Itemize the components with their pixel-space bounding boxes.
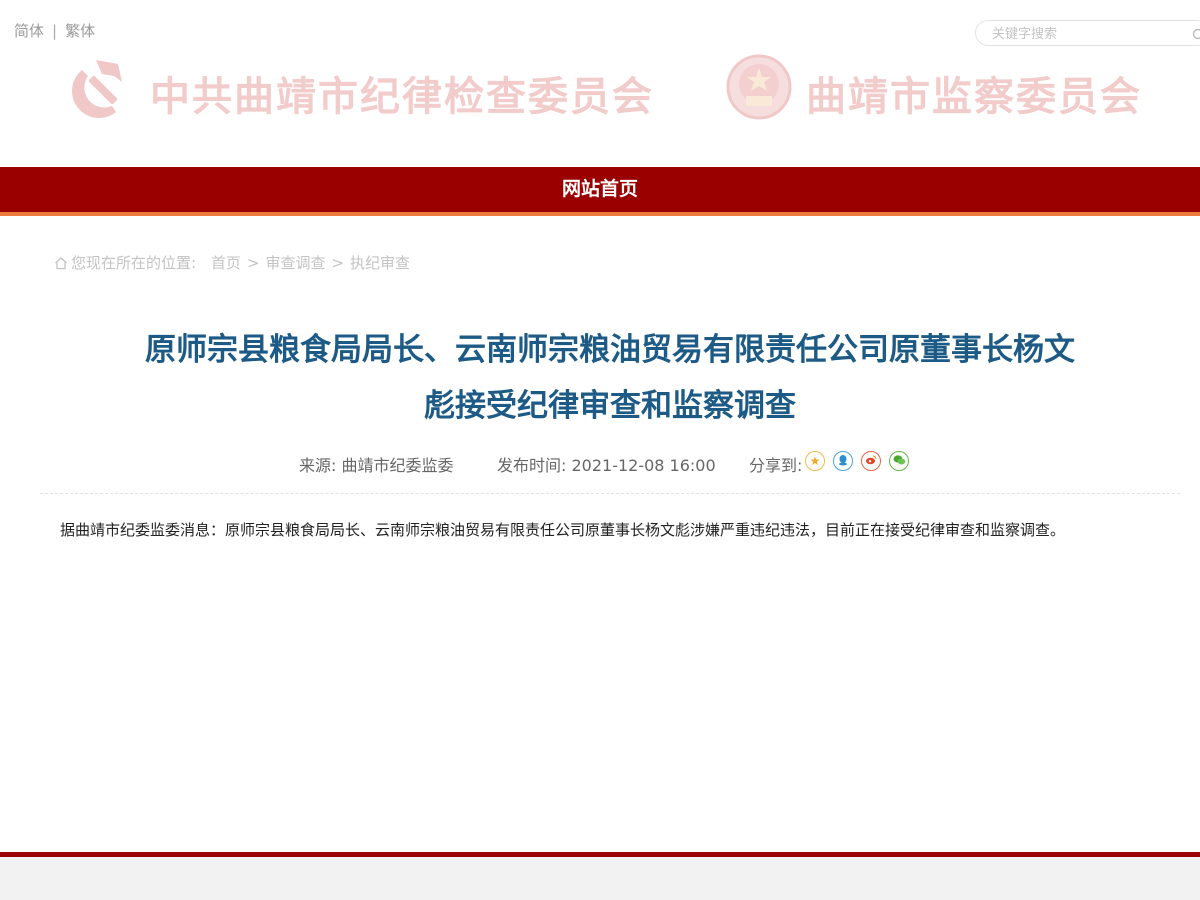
breadcrumb-home[interactable]: 首页 — [211, 254, 241, 272]
qq-icon[interactable] — [833, 451, 853, 471]
main-nav: 网站首页 — [0, 167, 1200, 216]
article-publish-time: 发布时间: 2021-12-08 16:00 — [497, 456, 716, 475]
party-emblem-icon — [66, 52, 136, 126]
breadcrumb-review-investigation[interactable]: 审查调查 — [265, 254, 325, 272]
share-buttons: ★ — [805, 451, 917, 471]
article-title: 原师宗县粮食局局长、云南师宗粮油贸易有限责任公司原董事长杨文 彪接受纪律审查和监… — [100, 322, 1120, 434]
breadcrumb-discipline-review[interactable]: 执纪审查 — [350, 254, 410, 272]
breadcrumb-prefix: 您现在所在的位置: — [71, 254, 197, 272]
org-name-party-commission: 中共曲靖市纪律检查委员会 — [150, 73, 654, 120]
footer — [0, 857, 1200, 900]
home-icon — [54, 256, 68, 274]
wechat-icon[interactable] — [889, 451, 909, 471]
national-emblem-icon — [724, 52, 794, 126]
nav-underline — [0, 212, 1200, 216]
weibo-icon[interactable] — [861, 451, 881, 471]
lang-simplified-link[interactable]: 简体 — [14, 22, 44, 40]
lang-traditional-link[interactable]: 繁体 — [65, 22, 95, 40]
lang-separator: | — [52, 22, 58, 40]
breadcrumb: 您现在所在的位置: 首页 > 审查调查 > 执纪审查 — [54, 252, 410, 274]
org-name-supervisory-commission: 曲靖市监察委员会 — [806, 73, 1142, 120]
breadcrumb-separator: > — [331, 254, 345, 272]
language-switch: 简体 | 繁体 — [14, 20, 95, 41]
nav-home-link[interactable]: 网站首页 — [0, 167, 1200, 212]
article-source: 来源: 曲靖市纪委监委 — [299, 456, 454, 475]
search-icon[interactable] — [1192, 27, 1200, 46]
meta-divider — [40, 493, 1180, 494]
share-label: 分享到: — [749, 456, 803, 475]
search-box — [975, 20, 1200, 46]
article-body: 据曲靖市纪委监委消息：原师宗县粮食局局长、云南师宗粮油贸易有限责任公司原董事长杨… — [60, 521, 1066, 539]
search-input[interactable] — [990, 24, 1184, 44]
article-title-line2: 彪接受纪律审查和监察调查 — [424, 388, 796, 424]
star-icon[interactable]: ★ — [805, 451, 825, 471]
article-title-line1: 原师宗县粮食局局长、云南师宗粮油贸易有限责任公司原董事长杨文 — [145, 332, 1075, 368]
breadcrumb-separator: > — [246, 254, 260, 272]
